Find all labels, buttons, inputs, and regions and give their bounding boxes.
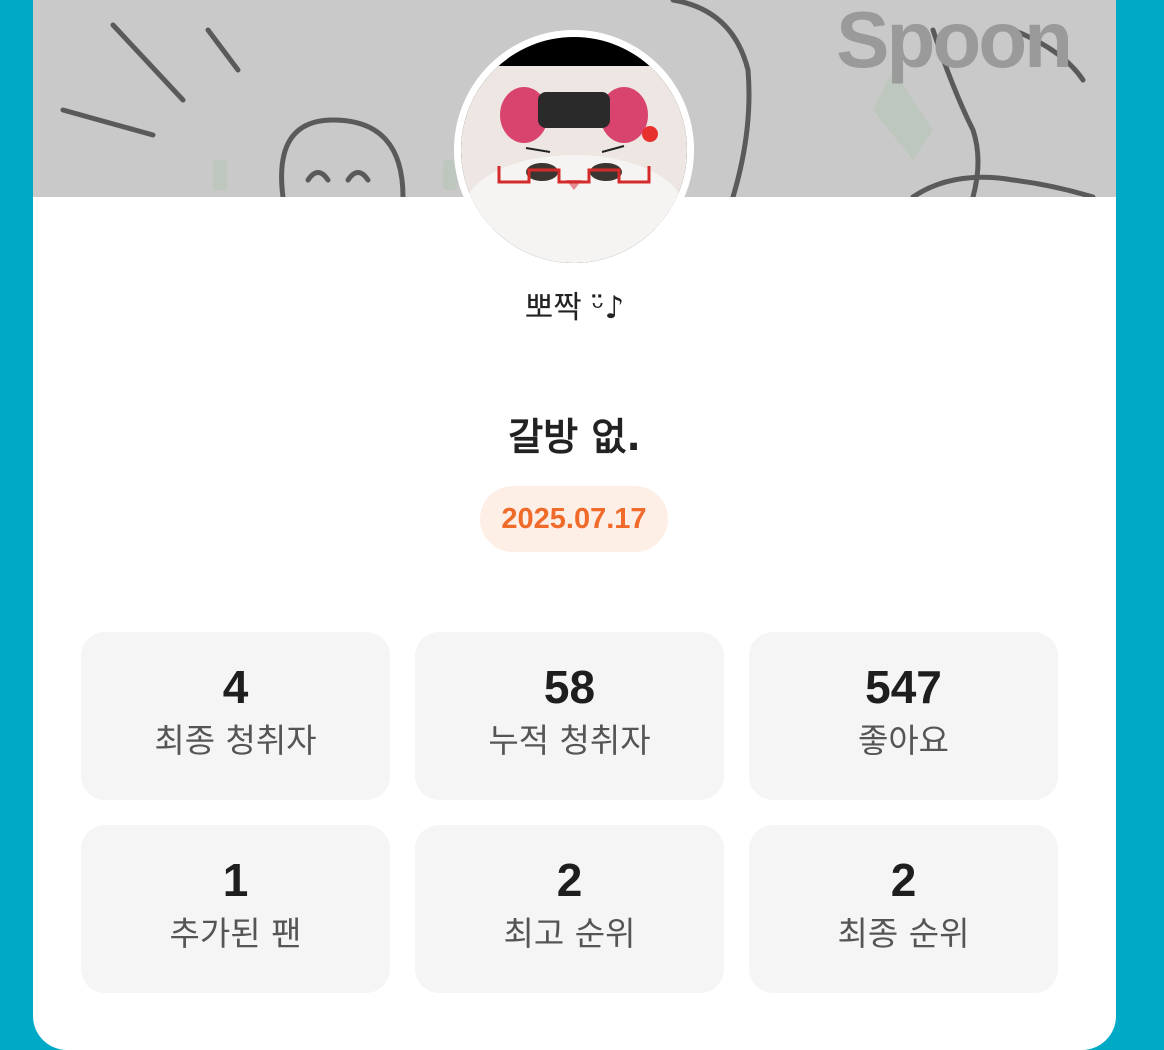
stat-value: 547 <box>865 661 942 713</box>
stat-label: 누적 청취자 <box>488 721 651 760</box>
stat-best-rank: 2 최고 순위 <box>415 825 724 993</box>
stat-label: 좋아요 <box>857 721 950 760</box>
cat-photo-icon <box>454 30 694 270</box>
stat-final-listeners: 4 최종 청취자 <box>81 632 390 800</box>
stat-value: 1 <box>222 854 249 906</box>
live-summary-card: Spoon 뽀짝 ᵕ̈♪ 갈방 없. 2025.07.17 4 최종 청취자 5… <box>33 0 1116 1050</box>
stat-value: 58 <box>543 661 596 713</box>
stats-grid: 4 최종 청취자 58 누적 청취자 547 좋아요 1 추가된 팬 2 최고 … <box>81 632 1058 993</box>
profile-avatar[interactable] <box>454 30 694 270</box>
stat-label: 추가된 팬 <box>169 914 302 953</box>
host-nickname: 뽀짝 ᵕ̈♪ <box>524 290 625 326</box>
stat-final-rank: 2 최종 순위 <box>749 825 1058 993</box>
stat-total-listeners: 58 누적 청취자 <box>415 632 724 800</box>
stat-label: 최고 순위 <box>503 914 636 953</box>
stat-new-fans: 1 추가된 팬 <box>81 825 390 993</box>
stat-value: 2 <box>556 854 583 906</box>
spoon-logo: Spoon <box>836 0 1073 84</box>
stat-label: 최종 순위 <box>837 914 970 953</box>
stat-value: 4 <box>222 661 249 713</box>
date-badge: 2025.07.17 <box>480 486 668 552</box>
stat-label: 최종 청취자 <box>154 721 317 760</box>
live-title: 갈방 없. <box>508 415 641 459</box>
stat-likes: 547 좋아요 <box>749 632 1058 800</box>
stat-value: 2 <box>890 854 917 906</box>
